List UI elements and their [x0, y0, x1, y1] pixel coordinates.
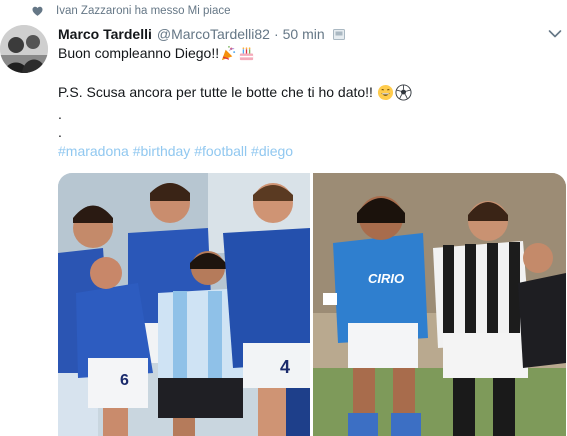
- party-popper-icon: [221, 45, 236, 60]
- hashtag-link[interactable]: #football: [194, 143, 247, 159]
- tweet-text-line-1: Buon compleanno Diego!!: [58, 43, 255, 63]
- social-context: Ivan Zazzaroni ha messo Mi piace: [32, 2, 231, 20]
- media-grid: 6 4 CIRIO: [58, 173, 566, 436]
- author-handle[interactable]: @MarcoTardelli82: [157, 26, 270, 42]
- tweet-text-1: Buon compleanno Diego!!: [58, 45, 220, 61]
- hashtag-row: #maradona #birthday #football #diego: [58, 143, 293, 159]
- svg-text:4: 4: [280, 357, 290, 377]
- svg-text:6: 6: [120, 372, 129, 389]
- svg-text:CIRIO: CIRIO: [368, 271, 404, 286]
- hashtag-link[interactable]: #maradona: [58, 143, 129, 159]
- birthday-cake-icon: [239, 46, 254, 60]
- tweet-text-line-2: P.S. Scusa ancora per tutte le botte che…: [58, 82, 412, 102]
- photo-2[interactable]: CIRIO: [313, 173, 566, 436]
- device-icon: [332, 28, 345, 40]
- tweet-text-dot-1: .: [58, 106, 62, 122]
- avatar[interactable]: [0, 25, 48, 73]
- tweet-text-dot-2: .: [58, 124, 62, 140]
- soccer-ball-icon: [395, 83, 412, 101]
- tweet-text-2: P.S. Scusa ancora per tutte le botte che…: [58, 84, 373, 100]
- tweet-timestamp[interactable]: 50 min: [283, 26, 325, 42]
- chevron-down-icon[interactable]: [548, 29, 562, 39]
- heart-icon: [32, 6, 43, 16]
- photo-1[interactable]: 6 4: [58, 173, 310, 436]
- hashtag-link[interactable]: #diego: [251, 143, 293, 159]
- header-separator: ·: [273, 26, 279, 42]
- tweet-header: Marco Tardelli @MarcoTardelli82 · 50 min: [58, 24, 345, 44]
- author-name[interactable]: Marco Tardelli: [58, 26, 152, 42]
- hashtag-link[interactable]: #birthday: [133, 143, 191, 159]
- social-context-text[interactable]: Ivan Zazzaroni ha messo Mi piace: [56, 5, 231, 17]
- grinning-face-icon: [377, 84, 394, 100]
